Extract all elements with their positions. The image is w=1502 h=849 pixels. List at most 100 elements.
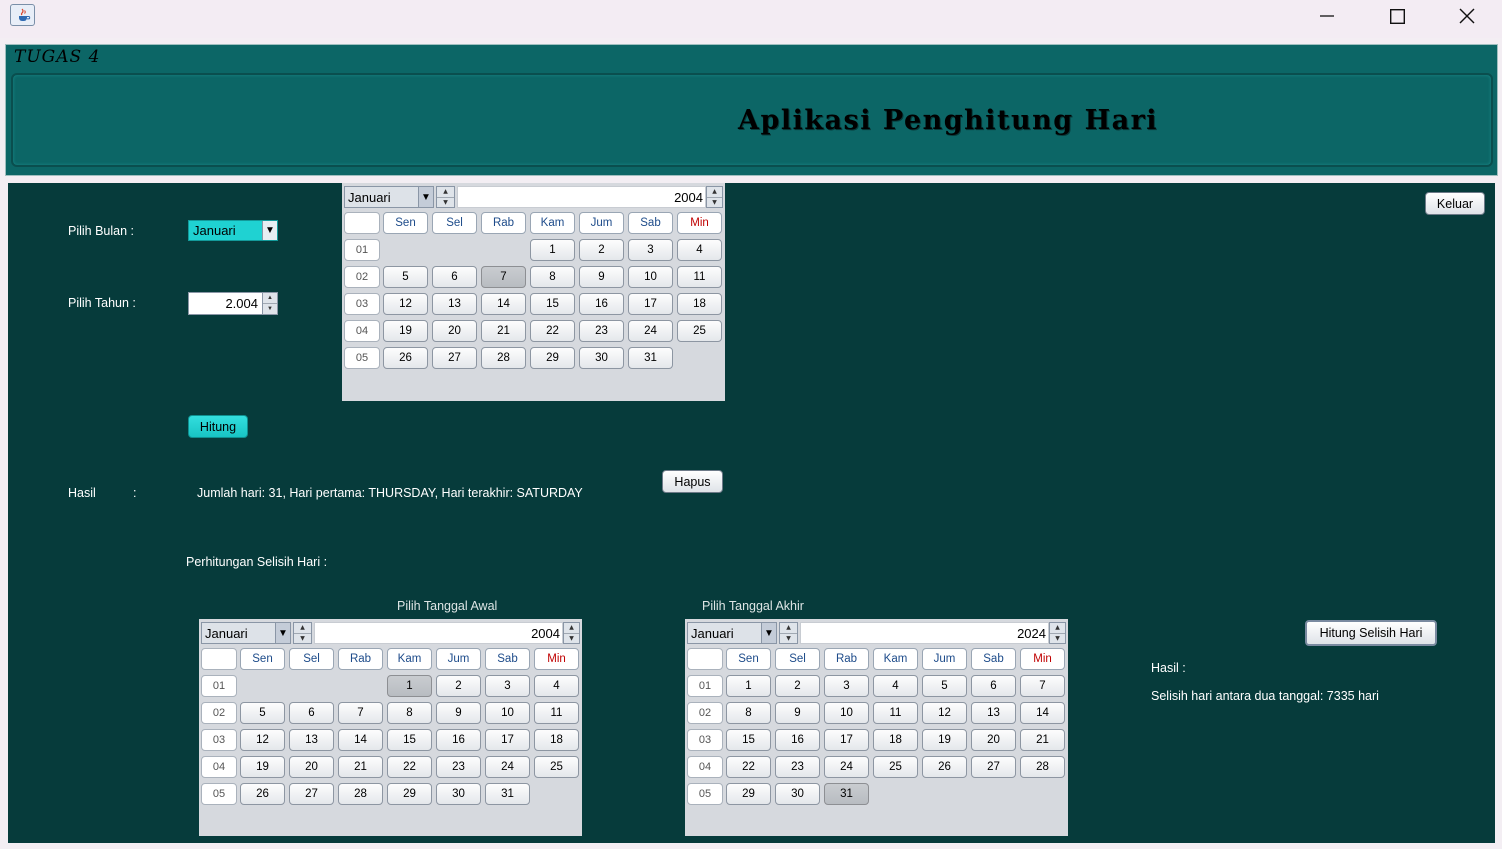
year-spinner[interactable]: ▲ ▼ [563,622,580,644]
day-button[interactable]: 22 [387,756,432,778]
day-button[interactable]: 27 [432,347,477,369]
year-field[interactable]: 2004 [457,186,706,208]
day-button[interactable]: 12 [383,293,428,315]
spinner-down-icon[interactable]: ▼ [437,198,454,208]
day-button[interactable]: 6 [971,675,1016,697]
spinner-up-icon[interactable]: ▲ [294,623,311,634]
year-field[interactable]: 2004 [314,622,563,644]
day-button[interactable]: 26 [383,347,428,369]
day-button[interactable]: 28 [481,347,526,369]
day-button[interactable]: 30 [436,783,481,805]
year-spinner[interactable]: ▲ ▼ [1049,622,1066,644]
day-button[interactable]: 7 [481,266,526,288]
hitung-button[interactable]: Hitung [188,415,248,438]
day-button[interactable]: 16 [775,729,820,751]
day-button[interactable]: 2 [579,239,624,261]
day-button[interactable]: 27 [289,783,334,805]
day-button[interactable]: 23 [436,756,481,778]
spinner-down-icon[interactable]: ▼ [1050,634,1065,644]
day-button[interactable]: 11 [873,702,918,724]
day-button[interactable]: 30 [579,347,624,369]
day-button[interactable]: 26 [922,756,967,778]
day-button[interactable]: 13 [432,293,477,315]
month-combobox[interactable]: Januari ▼ [344,186,434,208]
day-button[interactable]: 22 [726,756,771,778]
day-button[interactable]: 14 [338,729,383,751]
day-button[interactable]: 29 [530,347,575,369]
day-button[interactable]: 2 [436,675,481,697]
day-button[interactable]: 15 [530,293,575,315]
day-button[interactable]: 12 [240,729,285,751]
day-button[interactable]: 7 [338,702,383,724]
day-button[interactable]: 24 [824,756,869,778]
day-button[interactable]: 5 [240,702,285,724]
day-button[interactable]: 21 [481,320,526,342]
day-button[interactable]: 20 [971,729,1016,751]
day-button[interactable]: 27 [971,756,1016,778]
day-button[interactable]: 4 [873,675,918,697]
day-button[interactable]: 17 [824,729,869,751]
day-button[interactable]: 11 [677,266,722,288]
tahun-spinner[interactable]: 2.004 ▲ ▼ [188,292,278,315]
month-combobox[interactable]: Januari ▼ [201,622,291,644]
spinner-down-icon[interactable]: ▼ [564,634,579,644]
month-spinner[interactable]: ▲ ▼ [779,622,798,644]
day-button[interactable]: 6 [289,702,334,724]
day-button[interactable]: 9 [579,266,624,288]
day-button[interactable]: 3 [485,675,530,697]
day-button[interactable]: 8 [726,702,771,724]
day-button[interactable]: 6 [432,266,477,288]
keluar-button[interactable]: Keluar [1425,192,1485,215]
day-button[interactable]: 19 [383,320,428,342]
day-button[interactable]: 8 [530,266,575,288]
day-button[interactable]: 14 [481,293,526,315]
day-button[interactable]: 24 [485,756,530,778]
day-button[interactable]: 19 [240,756,285,778]
day-button[interactable]: 10 [485,702,530,724]
day-button[interactable]: 12 [922,702,967,724]
day-button[interactable]: 24 [628,320,673,342]
day-button[interactable]: 31 [485,783,530,805]
day-button[interactable]: 5 [383,266,428,288]
spinner-up-icon[interactable]: ▲ [564,623,579,634]
day-button[interactable]: 18 [677,293,722,315]
month-combobox[interactable]: Januari ▼ [687,622,777,644]
day-button[interactable]: 11 [534,702,579,724]
day-button[interactable]: 20 [432,320,477,342]
spinner-up-icon[interactable]: ▲ [437,187,454,198]
spinner-up-icon[interactable]: ▲ [1050,623,1065,634]
day-button[interactable]: 13 [289,729,334,751]
day-button[interactable]: 1 [530,239,575,261]
spinner-down-icon[interactable]: ▼ [294,634,311,644]
day-button[interactable]: 10 [824,702,869,724]
close-button[interactable] [1444,0,1490,32]
day-button[interactable]: 9 [436,702,481,724]
spinner-up-icon[interactable]: ▲ [263,293,277,304]
day-button[interactable]: 29 [726,783,771,805]
day-button[interactable]: 1 [726,675,771,697]
day-button[interactable]: 21 [1020,729,1065,751]
day-button[interactable]: 19 [922,729,967,751]
day-button[interactable]: 20 [289,756,334,778]
day-button[interactable]: 29 [387,783,432,805]
day-button[interactable]: 28 [338,783,383,805]
day-button[interactable]: 30 [775,783,820,805]
day-button[interactable]: 18 [534,729,579,751]
day-button[interactable]: 31 [824,783,869,805]
day-button[interactable]: 7 [1020,675,1065,697]
day-button[interactable]: 10 [628,266,673,288]
day-button[interactable]: 4 [677,239,722,261]
day-button[interactable]: 23 [579,320,624,342]
day-button[interactable]: 25 [873,756,918,778]
day-button[interactable]: 14 [1020,702,1065,724]
day-button[interactable]: 15 [387,729,432,751]
spinner-down-icon[interactable]: ▼ [263,304,277,314]
spinner-down-icon[interactable]: ▼ [707,198,722,208]
day-button[interactable]: 17 [628,293,673,315]
day-button[interactable]: 16 [436,729,481,751]
day-button[interactable]: 23 [775,756,820,778]
day-button[interactable]: 21 [338,756,383,778]
year-spinner[interactable]: ▲ ▼ [706,186,723,208]
hitung-selisih-button[interactable]: Hitung Selisih Hari [1305,620,1437,646]
spinner-up-icon[interactable]: ▲ [707,187,722,198]
